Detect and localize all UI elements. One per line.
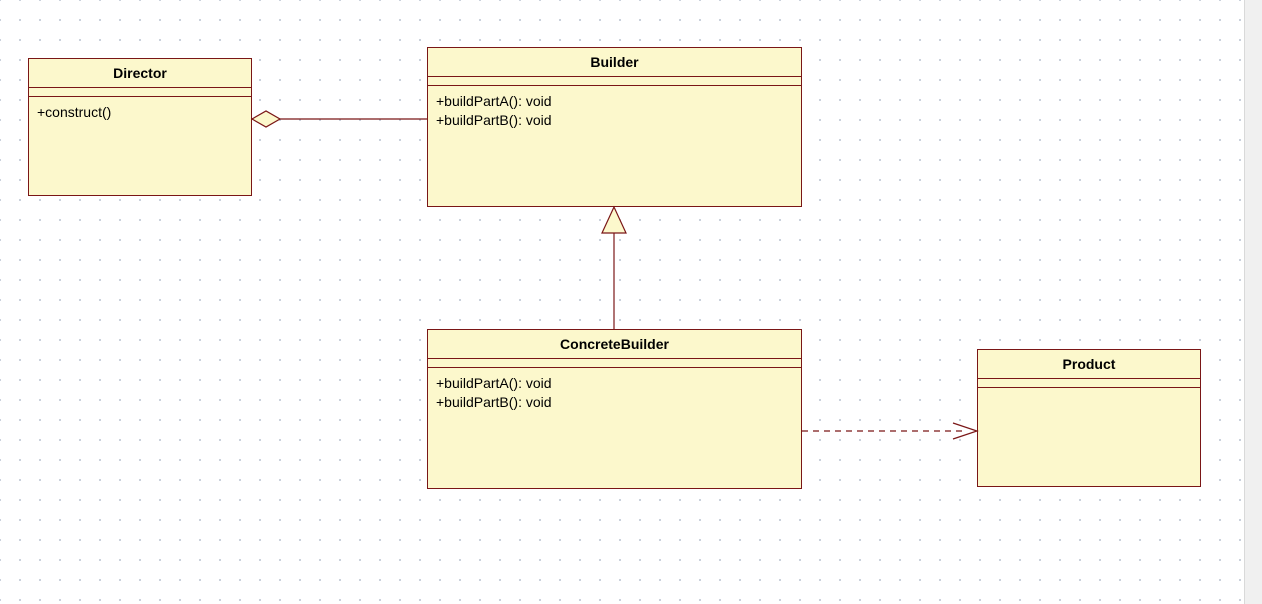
class-builder[interactable]: Builder +buildPartA(): void +buildPartB(… xyxy=(427,47,802,207)
class-product-name: Product xyxy=(978,350,1200,379)
class-concrete-builder-op-0: +buildPartA(): void xyxy=(436,374,793,393)
vertical-scrollbar[interactable] xyxy=(1244,0,1262,604)
class-director-attrs xyxy=(29,88,251,97)
class-builder-op-0: +buildPartA(): void xyxy=(436,92,793,111)
class-director-op-0: +construct() xyxy=(37,103,243,122)
class-builder-ops: +buildPartA(): void +buildPartB(): void xyxy=(428,86,801,138)
class-concrete-builder-attrs xyxy=(428,359,801,368)
class-builder-op-1: +buildPartB(): void xyxy=(436,111,793,130)
class-product-attrs xyxy=(978,379,1200,388)
class-product[interactable]: Product xyxy=(977,349,1201,487)
class-director-name: Director xyxy=(29,59,251,88)
class-concrete-builder[interactable]: ConcreteBuilder +buildPartA(): void +bui… xyxy=(427,329,802,489)
class-product-ops xyxy=(978,388,1200,402)
class-director-ops: +construct() xyxy=(29,97,251,130)
class-concrete-builder-name: ConcreteBuilder xyxy=(428,330,801,359)
class-director[interactable]: Director +construct() xyxy=(28,58,252,196)
class-concrete-builder-ops: +buildPartA(): void +buildPartB(): void xyxy=(428,368,801,420)
class-builder-attrs xyxy=(428,77,801,86)
class-builder-name: Builder xyxy=(428,48,801,77)
class-concrete-builder-op-1: +buildPartB(): void xyxy=(436,393,793,412)
